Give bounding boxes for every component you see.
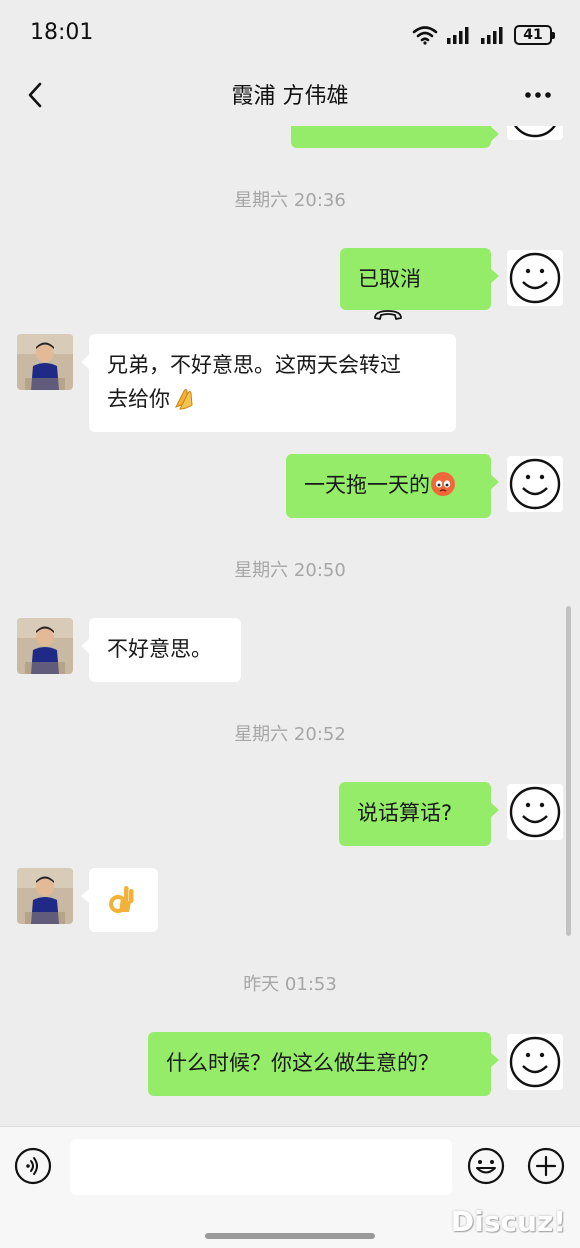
smiley-avatar-icon (509, 1036, 561, 1088)
message-bubble[interactable]: 一天拖一天的 (286, 454, 499, 518)
message-bubble-partial[interactable] (291, 126, 499, 148)
watermark: Discuz! (450, 1205, 566, 1238)
my-avatar[interactable] (507, 250, 563, 306)
status-time: 18:01 (30, 20, 94, 45)
contact-avatar[interactable] (17, 618, 73, 674)
pray-hands-emoji (174, 389, 193, 410)
signal-icon-2 (481, 27, 503, 44)
status-icons: 41 (412, 22, 555, 48)
home-indicator[interactable] (205, 1233, 375, 1239)
my-avatar[interactable] (507, 1034, 563, 1090)
timestamp: 星期六 20:52 (234, 724, 346, 745)
message-bubble[interactable]: 说话算话? (339, 782, 499, 846)
wifi-icon (412, 26, 438, 45)
emoji-icon[interactable] (467, 1147, 505, 1185)
chat-area[interactable]: 星期六 20:36 已取消 兄弟，不好意思。这两天会转过 去给你 一天拖一天的 … (0, 126, 580, 1126)
battery-level: 41 (523, 27, 543, 43)
message-bubble[interactable]: 不好意思。 (81, 618, 241, 682)
plus-icon[interactable] (527, 1147, 565, 1185)
status-bar: 18:01 41 (0, 0, 580, 64)
voice-icon[interactable] (14, 1147, 52, 1185)
message-text-line1: 兄弟，不好意思。这两天会转过 (107, 353, 401, 377)
message-bubble[interactable]: 什么时候？你这么做生意的？ (148, 1032, 499, 1096)
message-text: 不好意思。 (107, 637, 212, 661)
message-text-line2: 去给你 (107, 387, 170, 411)
angry-face-emoji (431, 472, 455, 496)
my-avatar[interactable] (507, 784, 563, 840)
my-avatar-partial[interactable] (507, 126, 563, 140)
message-bubble[interactable]: 兄弟，不好意思。这两天会转过 去给你 (81, 334, 456, 432)
contact-avatar[interactable] (17, 334, 73, 390)
message-text: 说话算话? (357, 801, 453, 825)
contact-avatar[interactable] (17, 868, 73, 924)
contact-photo (17, 618, 73, 674)
timestamp: 星期六 20:36 (234, 190, 346, 211)
nav-bar: 霞浦 方伟雄 (0, 64, 580, 126)
smiley-avatar-icon (509, 786, 561, 838)
ok-hand-emoji (109, 886, 134, 913)
message-input[interactable] (70, 1139, 452, 1195)
message-text: 一天拖一天的 (304, 473, 430, 497)
battery-indicator: 41 (514, 25, 555, 45)
timestamp: 昨天 01:53 (243, 974, 337, 995)
my-avatar[interactable] (507, 456, 563, 512)
smiley-avatar-icon (509, 458, 561, 510)
message-text: 已取消 (358, 267, 421, 291)
message-text: 什么时候？你这么做生意的？ (166, 1051, 439, 1075)
smiley-avatar-icon (514, 126, 556, 138)
smiley-avatar-icon (509, 252, 561, 304)
timestamp: 星期六 20:50 (234, 560, 346, 581)
chat-title: 霞浦 方伟雄 (231, 84, 349, 109)
message-bubble-emoji[interactable] (81, 868, 158, 932)
scrollbar[interactable] (566, 606, 571, 936)
contact-photo (17, 334, 73, 390)
phone-hangup-icon (374, 310, 402, 320)
signal-icon (447, 27, 469, 44)
more-dots-icon[interactable] (524, 91, 552, 99)
message-bubble-call[interactable]: 已取消 (340, 248, 499, 320)
contact-photo (17, 868, 73, 924)
input-bar: Discuz! (0, 1126, 580, 1248)
